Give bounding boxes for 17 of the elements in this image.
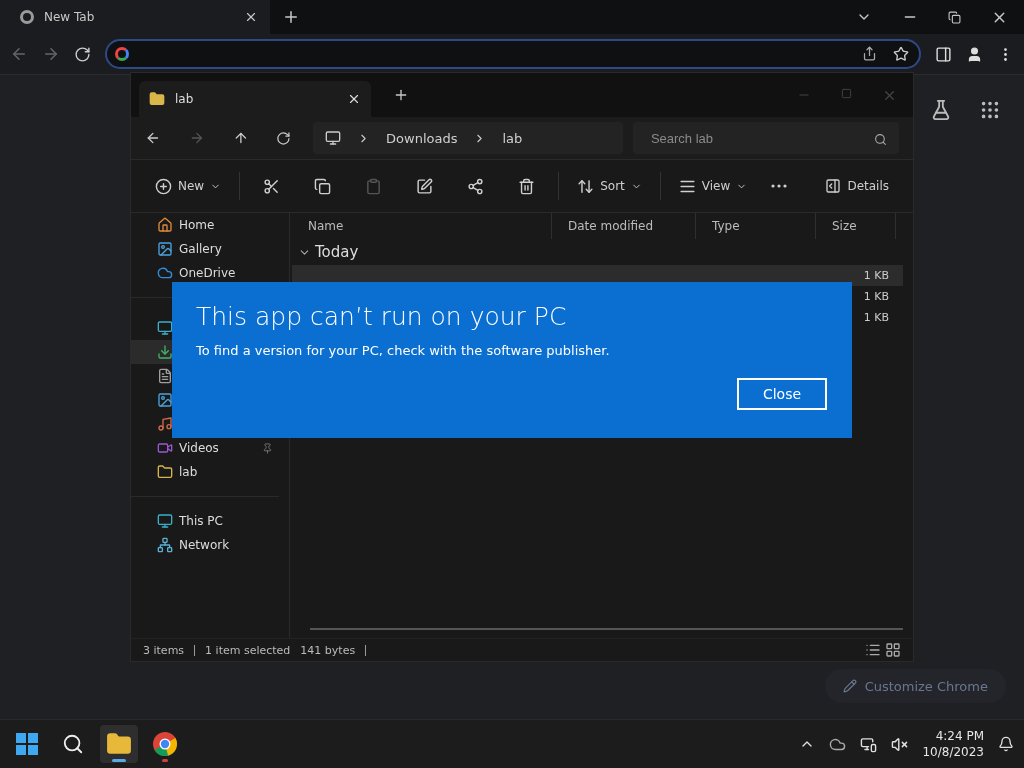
sidebar-label: Home (179, 218, 216, 232)
sidebar-label: Videos (179, 441, 220, 455)
group-title: Today (315, 243, 359, 261)
sidebar-label: Gallery (179, 242, 223, 256)
item-count: 3 items (143, 643, 185, 657)
size-cell: 1 KB (863, 269, 889, 282)
time: 4:24 PM (935, 728, 984, 744)
dialog-title: This app can’t run on your PC (196, 302, 568, 331)
sidebar-label: Network (179, 538, 231, 552)
sidebar-label: This PC (179, 514, 224, 528)
selection-info: 1 item selected (205, 643, 291, 657)
selection-size: 141 bytes (300, 643, 356, 657)
sidebar-label: OneDrive (179, 266, 237, 280)
size-cell: 1 KB (863, 290, 889, 303)
date: 10/8/2023 (922, 744, 984, 760)
dialog-message: To find a version for your PC, check with the software publisher. (196, 343, 611, 358)
sidebar-label: lab (179, 465, 199, 479)
